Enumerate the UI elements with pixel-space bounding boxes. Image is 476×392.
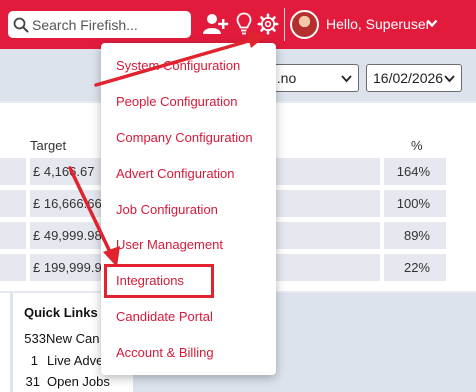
menu-item-advert-configuration[interactable]: Advert Configuration <box>116 166 235 181</box>
quick-link-open-jobs[interactable]: 31 Open Jobs <box>24 374 110 389</box>
lightbulb-icon[interactable] <box>236 12 252 37</box>
chevron-down-icon[interactable] <box>426 17 438 29</box>
integrations-highlight-box <box>104 264 214 298</box>
menu-item-user-management[interactable]: User Management <box>116 237 223 252</box>
percent-cell: 100% <box>384 190 446 217</box>
app-screen: Hello, Superuser ...no 16/02/2026 Target… <box>0 0 476 392</box>
left-card-edge <box>0 293 10 392</box>
table-cell <box>0 190 26 217</box>
percent-cell: 164% <box>384 158 446 185</box>
table-cell <box>0 158 26 185</box>
menu-item-account-billing[interactable]: Account & Billing <box>116 345 214 360</box>
filter-select[interactable]: ...no <box>262 64 359 92</box>
quick-link-new-candidates[interactable]: 533New Can <box>24 331 99 346</box>
menu-item-company-configuration[interactable]: Company Configuration <box>116 130 253 145</box>
search-icon <box>13 17 29 32</box>
menu-item-people-configuration[interactable]: People Configuration <box>116 94 237 109</box>
quick-link-count: 31 <box>25 374 40 389</box>
chevron-down-icon <box>341 75 352 83</box>
menu-item-candidate-portal[interactable]: Candidate Portal <box>116 309 213 324</box>
quick-link-label: New Can <box>46 331 100 346</box>
percent-cell: 22% <box>384 254 446 281</box>
table-cell <box>0 222 26 249</box>
header-divider <box>284 8 285 41</box>
date-select-value: 16/02/2026 <box>373 70 444 86</box>
table-cell <box>0 254 26 281</box>
target-column-header: Target <box>30 138 67 153</box>
quick-link-label: Open Jobs <box>47 374 110 389</box>
quick-links-title: Quick Links <box>24 305 98 320</box>
quick-link-count: 533 <box>24 331 46 346</box>
avatar[interactable] <box>290 10 319 39</box>
quick-link-live-adverts[interactable]: 1 Live Adve <box>24 353 104 368</box>
search-box[interactable] <box>8 11 191 38</box>
percent-column-header: % <box>411 138 423 153</box>
chevron-down-icon <box>444 75 455 83</box>
date-select[interactable]: 16/02/2026 <box>366 64 462 92</box>
percent-cell: 89% <box>384 222 446 249</box>
menu-item-job-configuration[interactable]: Job Configuration <box>116 202 218 217</box>
top-navigation-bar: Hello, Superuser <box>0 0 476 49</box>
add-user-icon[interactable] <box>203 12 229 36</box>
gear-icon[interactable] <box>257 13 279 35</box>
quick-link-count: 1 <box>30 353 38 368</box>
quick-link-label: Live Adve <box>47 353 104 368</box>
menu-item-system-configuration[interactable]: System Configuration <box>116 58 240 73</box>
search-input[interactable] <box>32 16 182 33</box>
user-greeting[interactable]: Hello, Superuser <box>326 16 430 32</box>
